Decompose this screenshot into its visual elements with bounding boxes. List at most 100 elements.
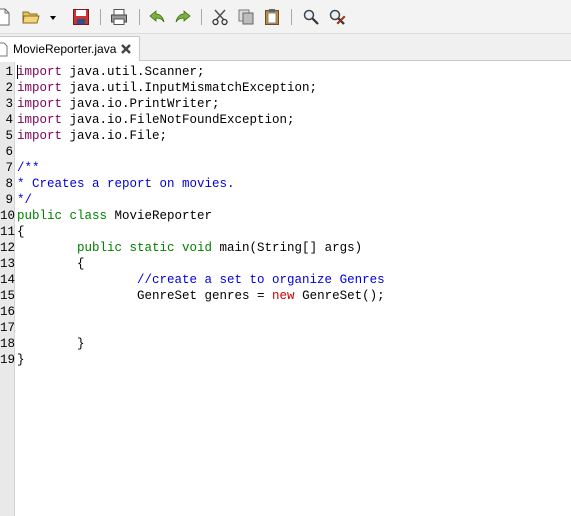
code-line[interactable]: 6 — [0, 144, 571, 160]
code-token: } — [17, 337, 85, 351]
undo-icon[interactable] — [148, 8, 166, 26]
toolbar — [0, 0, 571, 34]
code-token: GenreSet(); — [294, 289, 385, 303]
code-line[interactable]: 5 import java.io.File; — [0, 128, 571, 144]
code-line[interactable]: 17 — [0, 320, 571, 336]
paste-icon[interactable] — [263, 8, 281, 26]
find-replace-icon[interactable] — [328, 8, 346, 26]
code-line[interactable]: 10 public class MovieReporter — [0, 208, 571, 224]
code-line[interactable]: 1 import java.util.Scanner; — [0, 64, 571, 80]
line-number: 10 — [0, 209, 16, 223]
redo-icon[interactable] — [174, 8, 192, 26]
code-token-cm: //create a set to organize Genres — [137, 273, 385, 287]
line-number: 8 — [5, 177, 13, 191]
code-text: import java.io.PrintWriter; — [17, 96, 220, 112]
document-icon — [0, 42, 8, 57]
copy-icon[interactable] — [237, 8, 255, 26]
code-text: } — [17, 352, 25, 368]
line-number: 15 — [0, 289, 16, 303]
code-line[interactable]: 18 } — [0, 336, 571, 352]
line-number: 16 — [0, 305, 16, 319]
code-token-cm: */ — [17, 193, 33, 207]
code-line[interactable]: 9 */ — [0, 192, 571, 208]
code-token: } — [17, 353, 25, 367]
line-number: 12 — [0, 241, 16, 255]
code-token: java.util.InputMismatchException; — [62, 81, 318, 95]
line-number: 7 — [5, 161, 13, 175]
code-token-cm: /** — [17, 161, 40, 175]
toolbar-separator — [100, 9, 101, 25]
code-line[interactable]: 3 import java.io.PrintWriter; — [0, 96, 571, 112]
code-token-kw: public class — [17, 209, 108, 223]
code-token-kw-import: import — [17, 97, 63, 111]
code-token: main(String[] args) — [212, 241, 363, 255]
cut-icon[interactable] — [211, 8, 229, 26]
line-number: 14 — [0, 273, 16, 287]
code-token: java.io.PrintWriter; — [62, 97, 220, 111]
line-number: 2 — [5, 81, 13, 95]
line-number: 5 — [5, 129, 13, 143]
code-line[interactable]: 7 /** — [0, 160, 571, 176]
code-token-kw-import: import — [17, 129, 63, 143]
line-number: 11 — [0, 225, 16, 239]
line-number: 18 — [0, 337, 16, 351]
code-text: /** — [17, 160, 40, 176]
code-line[interactable]: 15 GenreSet genres = new GenreSet(); — [0, 288, 571, 304]
code-editor[interactable]: 1 import java.util.Scanner; 2 import java.u… — [0, 62, 571, 516]
line-number: 17 — [0, 321, 16, 335]
open-folder-icon[interactable] — [22, 8, 40, 26]
code-token: java.util.Scanner; — [62, 65, 205, 79]
line-number: 19 — [0, 353, 16, 367]
code-text: //create a set to organize Genres — [17, 272, 385, 288]
toolbar-separator — [201, 9, 202, 25]
tab-bar: MovieReporter.java — [0, 34, 571, 61]
code-text: import java.io.FileNotFoundException; — [17, 112, 295, 128]
code-text: public static void main(String[] args) — [17, 240, 362, 256]
code-line[interactable]: 11{ — [0, 224, 571, 240]
code-line[interactable]: 13 { — [0, 256, 571, 272]
code-line[interactable]: 19} — [0, 352, 571, 368]
code-text: { — [17, 256, 85, 272]
code-line[interactable]: 8 * Creates a report on movies. — [0, 176, 571, 192]
code-token-kw: public static void — [77, 241, 213, 255]
code-text: import java.util.InputMismatchException; — [17, 80, 317, 96]
dropdown-arrow-icon[interactable] — [48, 8, 58, 26]
new-file-icon[interactable] — [0, 8, 12, 26]
code-token-kw-import: import — [17, 65, 63, 79]
code-token: MovieReporter — [107, 209, 213, 223]
code-token: { — [17, 225, 25, 239]
toolbar-separator — [291, 9, 292, 25]
code-token-kw-import: import — [17, 113, 63, 127]
code-token-kw-new: new — [272, 289, 295, 303]
line-number: 3 — [5, 97, 13, 111]
code-line[interactable]: 4 import java.io.FileNotFoundException; — [0, 112, 571, 128]
code-line[interactable]: 2 import java.util.InputMismatchException… — [0, 80, 571, 96]
save-icon[interactable] — [72, 8, 90, 26]
code-line[interactable]: 14 //create a set to organize Genres — [0, 272, 571, 288]
code-text: GenreSet genres = new GenreSet(); — [17, 288, 385, 304]
text-caret — [17, 65, 18, 79]
toolbar-separator — [139, 9, 140, 25]
line-number: 9 — [5, 193, 13, 207]
line-number: 6 — [5, 145, 13, 159]
code-text: { — [17, 224, 25, 240]
close-icon[interactable] — [120, 43, 132, 55]
code-token: { — [17, 257, 85, 271]
line-number: 1 — [5, 65, 13, 79]
code-line[interactable]: 12 public static void main(String[] args… — [0, 240, 571, 256]
tab-label: MovieReporter.java — [13, 42, 117, 56]
code-text: import java.io.File; — [17, 128, 167, 144]
find-icon[interactable] — [302, 8, 320, 26]
tab-moviereporter-java[interactable]: MovieReporter.java — [0, 36, 140, 61]
print-icon[interactable] — [110, 8, 128, 26]
code-line[interactable]: 16 — [0, 304, 571, 320]
code-text: */ — [17, 192, 32, 208]
line-number: 13 — [0, 257, 16, 271]
code-text: } — [17, 336, 85, 352]
code-token: java.io.FileNotFoundException; — [62, 113, 295, 127]
line-number: 4 — [5, 113, 13, 127]
code-token-kw-import: import — [17, 81, 63, 95]
code-token: GenreSet genres = — [17, 289, 273, 303]
code-text: public class MovieReporter — [17, 208, 212, 224]
